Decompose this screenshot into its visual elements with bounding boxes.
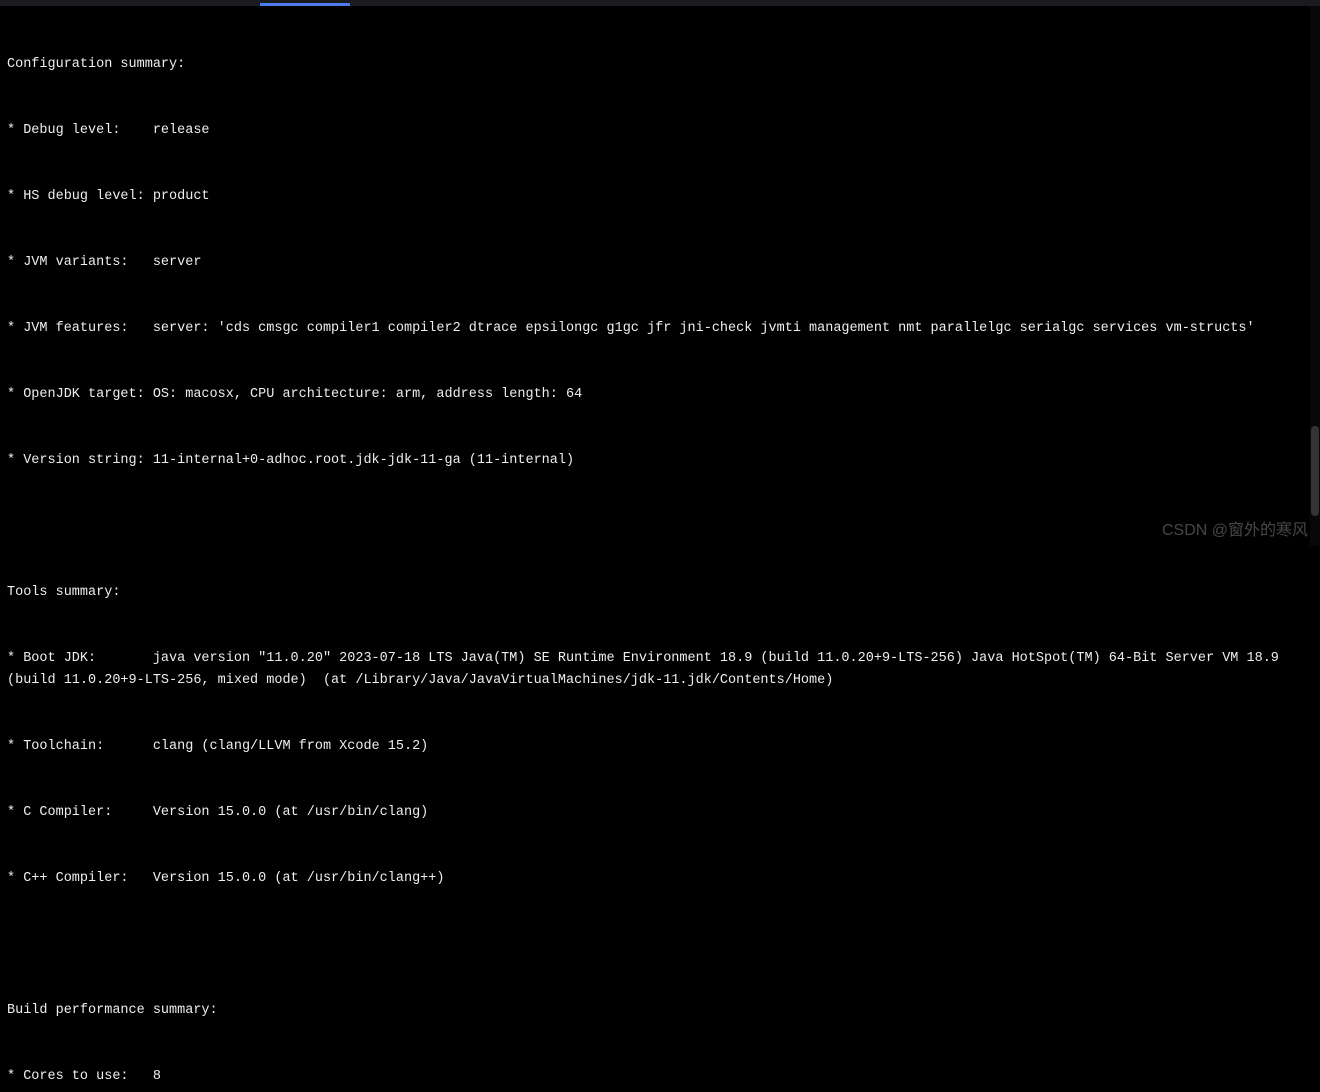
config-heading: Configuration summary:	[7, 54, 1313, 76]
tools-c-compiler: * C Compiler: Version 15.0.0 (at /usr/bi…	[7, 802, 1313, 824]
config-hs-debug-level: * HS debug level: product	[7, 186, 1313, 208]
terminal-output[interactable]: Configuration summary: * Debug level: re…	[0, 6, 1320, 1092]
config-jvm-variants: * JVM variants: server	[7, 252, 1313, 274]
scrollbar-track[interactable]	[1310, 6, 1320, 546]
config-version-string: * Version string: 11-internal+0-adhoc.ro…	[7, 450, 1313, 472]
tab-bar	[0, 0, 1320, 6]
tools-cpp-compiler: * C++ Compiler: Version 15.0.0 (at /usr/…	[7, 868, 1313, 890]
scrollbar-thumb[interactable]	[1311, 426, 1319, 516]
tools-boot-jdk: * Boot JDK: java version "11.0.20" 2023-…	[7, 648, 1313, 692]
tools-toolchain: * Toolchain: clang (clang/LLVM from Xcod…	[7, 736, 1313, 758]
config-debug-level: * Debug level: release	[7, 120, 1313, 142]
buildperf-heading: Build performance summary:	[7, 1000, 1313, 1022]
buildperf-cores: * Cores to use: 8	[7, 1066, 1313, 1088]
active-tab-indicator[interactable]	[260, 3, 350, 6]
tools-heading: Tools summary:	[7, 582, 1313, 604]
config-openjdk-target: * OpenJDK target: OS: macosx, CPU archit…	[7, 384, 1313, 406]
config-jvm-features: * JVM features: server: 'cds cmsgc compi…	[7, 318, 1313, 340]
blank-line	[7, 934, 1313, 956]
blank-line	[7, 516, 1313, 538]
